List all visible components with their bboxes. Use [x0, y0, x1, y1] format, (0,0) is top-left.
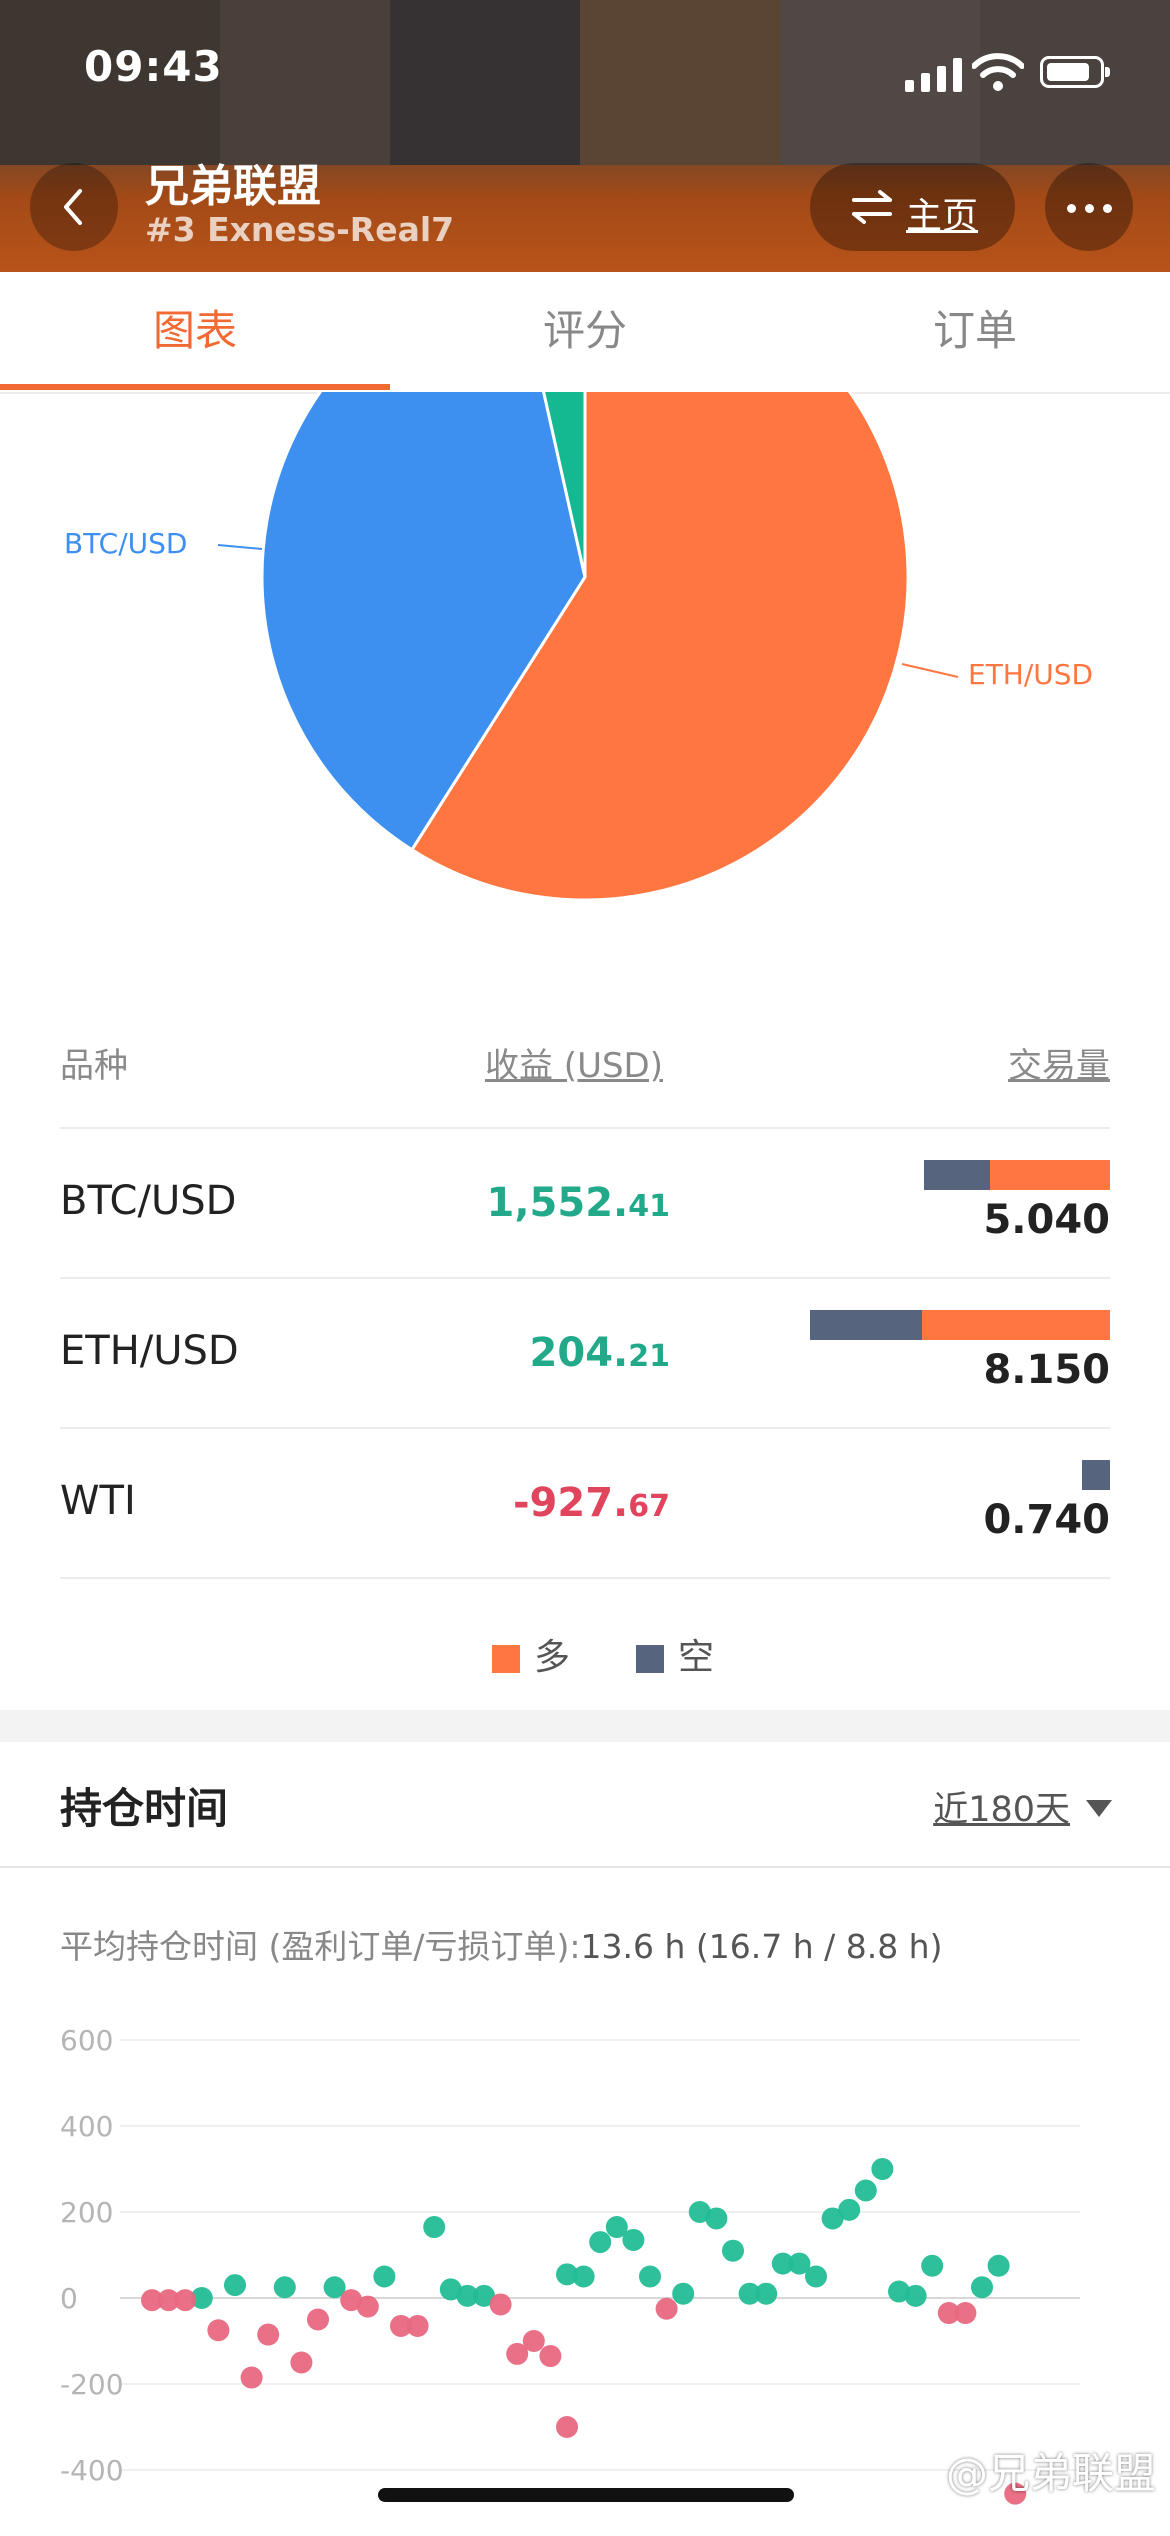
symbol-ethusd: ETH/USD — [60, 1328, 239, 1374]
scatter-point — [423, 2216, 446, 2239]
y-tick-label: -200 — [60, 2368, 124, 2401]
row-divider — [60, 1577, 1110, 1579]
tab-bar: 图表 评分 订单 — [0, 272, 1170, 394]
scatter-point — [240, 2366, 263, 2389]
volume-btcusd: 5.040 — [983, 1197, 1110, 1243]
y-tick-label: -400 — [60, 2454, 124, 2487]
scatter-point — [273, 2276, 296, 2299]
symbol-wti: WTI — [60, 1478, 136, 1524]
y-tick-label: 0 — [60, 2282, 78, 2315]
section-separator — [0, 1710, 1170, 1742]
avg-holding-time: 平均持仓时间 (盈利订单/亏损订单):13.6 h (16.7 h / 8.8 … — [60, 1927, 943, 1966]
row-divider — [60, 1427, 1110, 1429]
scatter-point — [489, 2293, 512, 2316]
home-label: 主页 — [906, 196, 979, 237]
profit-wti: -927.67 — [512, 1480, 670, 1526]
scatter-point — [655, 2297, 678, 2320]
scatter-point — [406, 2314, 429, 2337]
wifi-icon — [972, 53, 1024, 91]
scatter-point — [838, 2198, 861, 2221]
chevron-left-icon — [64, 189, 82, 225]
scatter-point — [755, 2282, 778, 2305]
scatter-point — [954, 2302, 977, 2325]
volume-ethusd: 8.150 — [983, 1347, 1110, 1393]
scatter-point — [971, 2276, 993, 2299]
scatter-point — [622, 2228, 645, 2251]
profit-btcusd: 1,552.41 — [486, 1180, 670, 1226]
app-header: 09:43 兄弟联盟 #3 Exness-Real7 主页 — [0, 0, 1170, 272]
tab-score[interactable]: 评分 — [390, 272, 780, 392]
scatter-point — [290, 2351, 313, 2374]
volume-wti: 0.740 — [983, 1497, 1110, 1543]
scatter-point — [373, 2265, 396, 2288]
short-volume-bar — [810, 1310, 922, 1340]
col-header-symbol: 品种 — [60, 1046, 128, 1086]
scatter-point — [904, 2284, 927, 2307]
scatter-point — [705, 2207, 728, 2230]
scatter-point — [572, 2265, 595, 2288]
scatter-point — [556, 2416, 578, 2438]
tab-indicator — [0, 384, 390, 390]
scatter-point — [672, 2282, 695, 2305]
scatter-point — [207, 2319, 230, 2342]
home-indicator — [378, 2488, 794, 2502]
home-button[interactable]: 主页 — [810, 163, 1015, 251]
scatter-point — [589, 2231, 612, 2254]
scatter-point — [224, 2274, 246, 2297]
status-time: 09:43 — [84, 42, 223, 91]
scatter-point — [805, 2265, 827, 2288]
pie-leader-eth — [901, 663, 959, 678]
tab-orders[interactable]: 订单 — [780, 272, 1170, 392]
range-selector[interactable]: 近180天 — [933, 1781, 1112, 1832]
y-tick-label: 600 — [60, 2024, 113, 2057]
long-volume-bar — [922, 1310, 1110, 1340]
watermark: @兄弟联盟 — [945, 2449, 1156, 2498]
tab-chart[interactable]: 图表 — [0, 272, 390, 392]
more-button[interactable] — [1045, 163, 1133, 251]
scatter-point — [639, 2265, 661, 2288]
scatter-point — [257, 2323, 280, 2346]
scatter-point — [307, 2308, 329, 2331]
y-tick-label: 200 — [60, 2196, 113, 2229]
scatter-point — [356, 2295, 379, 2318]
holding-time-title: 持仓时间 — [60, 1784, 229, 1833]
scatter-point — [987, 2254, 1010, 2277]
battery-icon — [1040, 56, 1110, 88]
y-tick-label: 400 — [60, 2110, 113, 2143]
short-volume-bar — [924, 1160, 990, 1190]
legend-swatch — [492, 1645, 520, 1673]
col-header-volume[interactable]: 交易量 — [1008, 1038, 1110, 1087]
pie-leader-btc — [217, 544, 263, 550]
scatter-point — [539, 2345, 562, 2368]
col-header-profit[interactable]: 收益 (USD) — [485, 1038, 663, 1087]
pie-label-eth: ETH/USD — [968, 658, 1094, 691]
row-divider — [60, 1127, 1110, 1129]
scatter-point — [722, 2239, 744, 2262]
signal-icon — [905, 58, 963, 92]
long-volume-bar — [990, 1160, 1110, 1190]
legend-swatch — [636, 1645, 664, 1673]
section-divider — [0, 1866, 1170, 1868]
swap-icon — [852, 190, 892, 224]
scatter-point — [522, 2330, 545, 2352]
legend-short: 空 — [636, 1628, 714, 1680]
symbol-btcusd: BTC/USD — [60, 1178, 237, 1224]
row-divider — [60, 1277, 1110, 1279]
dropdown-arrow-icon — [1086, 1800, 1112, 1817]
page-title: 兄弟联盟 — [145, 161, 321, 212]
scatter-point — [174, 2289, 197, 2312]
pie-label-btc: BTC/USD — [64, 527, 188, 560]
scatter-point — [854, 2179, 877, 2202]
account-subtitle: #3 Exness-Real7 — [145, 210, 455, 249]
pie-chart: BTC/USD ETH/USD — [0, 392, 1170, 932]
scatter-point — [921, 2254, 944, 2277]
legend-long: 多 — [492, 1628, 570, 1680]
short-volume-bar — [1082, 1460, 1110, 1490]
back-button[interactable] — [30, 163, 118, 251]
scatter-point — [871, 2158, 894, 2180]
profit-ethusd: 204.21 — [529, 1330, 670, 1376]
